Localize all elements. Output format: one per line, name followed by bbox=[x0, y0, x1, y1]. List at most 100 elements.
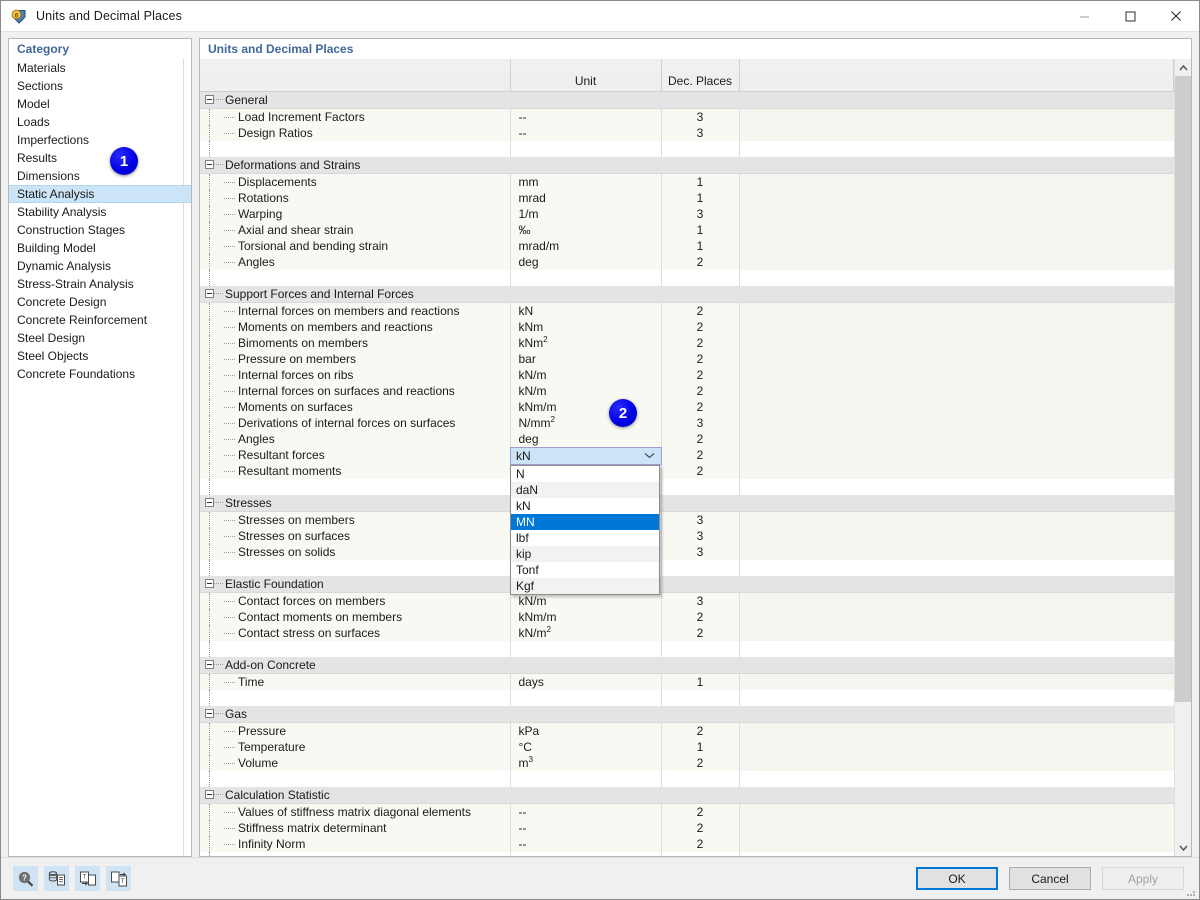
table-row[interactable]: Temperature°C1 bbox=[200, 739, 1174, 755]
scroll-down-icon[interactable] bbox=[1175, 839, 1191, 856]
sidebar-item-model[interactable]: Model bbox=[9, 95, 191, 113]
table-row[interactable]: Internal forces on members and reactions… bbox=[200, 302, 1174, 319]
table-row[interactable]: Stiffness matrix determinant--2 bbox=[200, 820, 1174, 836]
dropdown-option[interactable]: Tonf bbox=[511, 562, 659, 578]
sidebar-item-concrete-foundations[interactable]: Concrete Foundations bbox=[9, 365, 191, 383]
row-unit-cell[interactable]: deg bbox=[510, 254, 661, 270]
scroll-up-icon[interactable] bbox=[1175, 59, 1191, 76]
group-name-cell[interactable]: Deformations and Strains bbox=[200, 157, 510, 174]
sidebar-item-concrete-reinforcement[interactable]: Concrete Reinforcement bbox=[9, 311, 191, 329]
table-row[interactable]: Contact stress on surfaceskN/m22 bbox=[200, 625, 1174, 641]
row-unit-cell[interactable]: -- bbox=[510, 836, 661, 852]
dropdown-option[interactable]: kN bbox=[511, 498, 659, 514]
table-row[interactable]: Internal forces on surfaces and reaction… bbox=[200, 383, 1174, 399]
row-dec-cell[interactable]: 3 bbox=[661, 206, 739, 222]
units-from-database-icon[interactable] bbox=[44, 866, 69, 891]
table-row[interactable]: Contact forces on memberskN/m3 bbox=[200, 592, 1174, 609]
row-unit-cell[interactable]: 1/m bbox=[510, 206, 661, 222]
row-dec-cell[interactable]: 2 bbox=[661, 803, 739, 820]
vertical-scrollbar[interactable] bbox=[1174, 59, 1191, 856]
table-row[interactable]: Infinity Norm--2 bbox=[200, 836, 1174, 852]
sidebar-item-loads[interactable]: Loads bbox=[9, 113, 191, 131]
import-units-icon[interactable]: T bbox=[75, 866, 100, 891]
row-dec-cell[interactable]: 1 bbox=[661, 173, 739, 190]
table-row[interactable]: Axial and shear strain‰1 bbox=[200, 222, 1174, 238]
minimize-button[interactable] bbox=[1061, 1, 1107, 32]
column-header-dec-places[interactable]: Dec. Places bbox=[661, 71, 739, 91]
collapse-toggle-icon[interactable] bbox=[205, 160, 214, 169]
group-name-cell[interactable]: General bbox=[200, 91, 510, 108]
table-row[interactable]: Moments on surfaceskNm/m2 bbox=[200, 399, 1174, 415]
row-dec-cell[interactable]: 2 bbox=[661, 609, 739, 625]
table-row[interactable]: Moments on members and reactionskNm2 bbox=[200, 319, 1174, 335]
table-row[interactable]: Pressure on membersbar2 bbox=[200, 351, 1174, 367]
column-header-blank-0[interactable] bbox=[200, 71, 510, 91]
row-dec-cell[interactable]: 2 bbox=[661, 755, 739, 771]
sidebar-item-building-model[interactable]: Building Model bbox=[9, 239, 191, 257]
row-unit-cell[interactable]: ‰ bbox=[510, 222, 661, 238]
collapse-toggle-icon[interactable] bbox=[205, 579, 214, 588]
row-unit-cell[interactable]: mm bbox=[510, 173, 661, 190]
row-unit-cell[interactable]: kNm2 bbox=[510, 335, 661, 351]
row-dec-cell[interactable]: 2 bbox=[661, 431, 739, 447]
row-unit-cell[interactable]: kN bbox=[510, 302, 661, 319]
row-unit-cell[interactable]: days bbox=[510, 673, 661, 690]
table-row[interactable]: Stresses on surfacesN/mm23 bbox=[200, 528, 1174, 544]
dropdown-option[interactable]: kip bbox=[511, 546, 659, 562]
table-row[interactable]: Stresses on membersN/mm23 bbox=[200, 511, 1174, 528]
row-unit-cell[interactable]: kN/m bbox=[510, 367, 661, 383]
sidebar-item-stability-analysis[interactable]: Stability Analysis bbox=[9, 203, 191, 221]
table-row[interactable]: Anglesdeg2 bbox=[200, 254, 1174, 270]
row-dec-cell[interactable]: 2 bbox=[661, 836, 739, 852]
collapse-toggle-icon[interactable] bbox=[205, 498, 214, 507]
table-row[interactable]: Internal forces on ribskN/m2 bbox=[200, 367, 1174, 383]
row-unit-cell[interactable]: m3 bbox=[510, 755, 661, 771]
maximize-button[interactable] bbox=[1107, 1, 1153, 32]
table-row[interactable]: Torsional and bending strainmrad/m1 bbox=[200, 238, 1174, 254]
row-unit-cell[interactable]: °C bbox=[510, 739, 661, 755]
row-dec-cell[interactable]: 1 bbox=[661, 739, 739, 755]
row-dec-cell[interactable]: 2 bbox=[661, 399, 739, 415]
group-row[interactable]: Add-on Concrete bbox=[200, 657, 1174, 674]
table-row[interactable]: Displacementsmm1 bbox=[200, 173, 1174, 190]
row-dec-cell[interactable]: 2 bbox=[661, 351, 739, 367]
row-unit-cell[interactable]: N/mm2 bbox=[510, 415, 661, 431]
row-dec-cell[interactable]: 1 bbox=[661, 222, 739, 238]
table-row[interactable]: Anglesdeg2 bbox=[200, 431, 1174, 447]
row-unit-cell[interactable]: -- bbox=[510, 820, 661, 836]
row-dec-cell[interactable]: 2 bbox=[661, 625, 739, 641]
table-row[interactable]: Resultant forces2 bbox=[200, 447, 1174, 463]
dropdown-option[interactable]: N bbox=[511, 466, 659, 482]
scrollbar-thumb[interactable] bbox=[1175, 76, 1191, 702]
table-row[interactable]: Timedays1 bbox=[200, 673, 1174, 690]
sidebar-item-sections[interactable]: Sections bbox=[9, 77, 191, 95]
table-row[interactable]: Resultant momentskNm2 bbox=[200, 463, 1174, 479]
row-dec-cell[interactable]: 2 bbox=[661, 447, 739, 463]
resize-grip[interactable] bbox=[1186, 886, 1196, 896]
sidebar-item-results[interactable]: Results bbox=[9, 149, 191, 167]
group-name-cell[interactable]: Support Forces and Internal Forces bbox=[200, 286, 510, 303]
close-button[interactable] bbox=[1153, 1, 1199, 32]
sidebar-item-stress-strain-analysis[interactable]: Stress-Strain Analysis bbox=[9, 275, 191, 293]
table-row[interactable]: Rotationsmrad1 bbox=[200, 190, 1174, 206]
collapse-toggle-icon[interactable] bbox=[205, 790, 214, 799]
column-header-blank-3[interactable] bbox=[739, 71, 1174, 91]
group-row[interactable]: Elastic Foundation bbox=[200, 576, 1174, 593]
group-row[interactable]: Stresses bbox=[200, 495, 1174, 512]
row-unit-cell[interactable]: mrad bbox=[510, 190, 661, 206]
row-dec-cell[interactable]: 3 bbox=[661, 108, 739, 125]
group-row[interactable]: Calculation Statistic bbox=[200, 787, 1174, 804]
group-row[interactable]: Deformations and Strains bbox=[200, 157, 1174, 174]
row-dec-cell[interactable]: 2 bbox=[661, 463, 739, 479]
sidebar-item-steel-objects[interactable]: Steel Objects bbox=[9, 347, 191, 365]
row-unit-cell[interactable]: -- bbox=[510, 803, 661, 820]
sidebar-item-construction-stages[interactable]: Construction Stages bbox=[9, 221, 191, 239]
unit-combobox[interactable]: kN bbox=[510, 447, 662, 465]
row-dec-cell[interactable]: 3 bbox=[661, 511, 739, 528]
row-unit-cell[interactable]: mrad/m bbox=[510, 238, 661, 254]
group-name-cell[interactable]: Calculation Statistic bbox=[200, 787, 510, 804]
scrollbar-track[interactable] bbox=[1175, 76, 1191, 839]
cancel-button[interactable]: Cancel bbox=[1009, 867, 1091, 890]
row-unit-cell[interactable]: kNm bbox=[510, 319, 661, 335]
sidebar-item-dimensions[interactable]: Dimensions bbox=[9, 167, 191, 185]
